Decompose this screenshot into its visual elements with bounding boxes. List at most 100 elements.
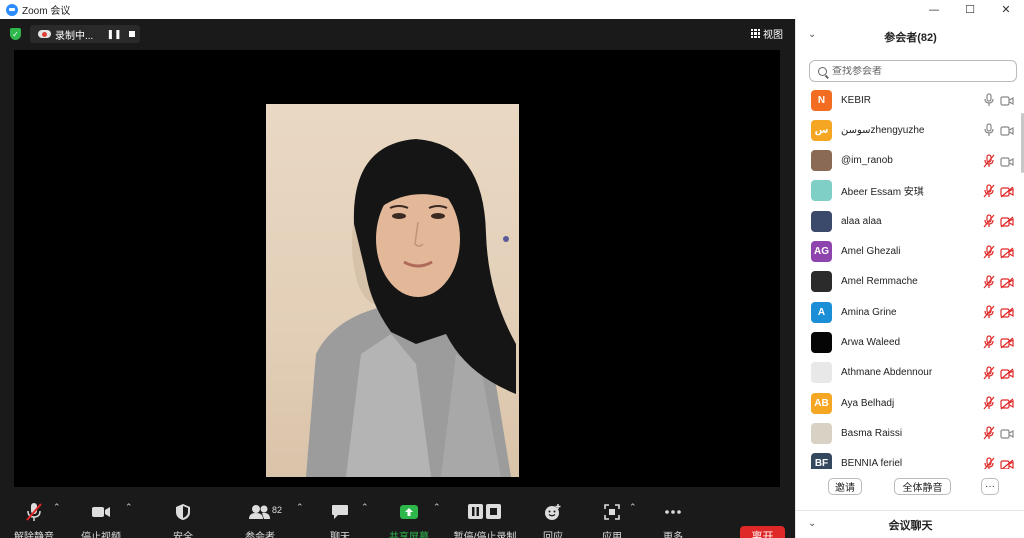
microphone-muted-icon[interactable] [983,396,995,410]
participant-row[interactable]: Athmane Abdennour [796,358,1024,388]
camera-off-icon[interactable] [1000,458,1014,469]
participant-avatar [811,271,832,293]
participant-row[interactable]: Basma Raissi [796,418,1024,448]
participants-label: 参会者 [245,532,275,538]
camera-off-icon[interactable] [1000,185,1014,198]
participant-row[interactable]: AG Amel Ghezali [796,237,1024,267]
apps-label: 应用 [602,532,622,538]
microphone-muted-icon[interactable] [983,456,995,469]
camera-icon[interactable] [1000,427,1014,439]
microphone-muted-icon[interactable] [983,184,995,198]
meeting-top-bar: ✓ 录制中... ❚❚ 视图 [0,19,795,49]
maximize-button[interactable]: ☐ [952,0,988,19]
participant-name: Aya Belhadj [841,397,895,409]
camera-off-icon[interactable] [1000,246,1014,258]
participant-avatar [811,362,832,384]
chat-options-chevron-icon[interactable]: ⌃ [361,503,369,513]
audio-options-chevron-icon[interactable]: ⌃ [53,503,61,513]
participant-name: @im_ranob [841,155,893,167]
chat-label: 聊天 [330,532,350,538]
window-title: Zoom 会议 [22,6,71,17]
encryption-shield-icon[interactable]: ✓ [10,28,21,40]
microphone-muted-icon[interactable] [983,244,995,259]
participant-row[interactable]: @im_ranob [796,146,1024,176]
chat-bubble-icon [331,501,349,523]
leave-button[interactable]: 离开 [740,526,785,538]
participant-row[interactable]: BF BENNIA feriel [796,449,1024,469]
meeting-chat-header[interactable]: ⌄ 会议聊天 [796,510,1024,538]
participant-video[interactable] [266,104,519,477]
search-input[interactable] [832,65,1012,77]
microphone-muted-icon[interactable] [983,153,995,168]
collapse-chevron-icon[interactable]: ⌄ [808,29,816,40]
share-screen-label: 共享屏幕 [389,532,429,538]
more-label: 更多 [663,532,683,538]
camera-icon[interactable] [1000,124,1014,136]
camera-icon[interactable] [1000,94,1014,106]
participant-search[interactable] [809,60,1017,82]
camera-off-icon[interactable] [1000,367,1014,380]
pause-recording-icon[interactable]: ❚❚ [106,25,122,43]
stop-video-label: 停止视频 [81,532,121,538]
microphone-muted-icon[interactable] [983,275,995,289]
camera-off-icon[interactable] [1000,306,1014,319]
apps-options-chevron-icon[interactable]: ⌃ [629,503,637,513]
invite-button[interactable]: 邀请 [828,478,862,495]
security-button[interactable]: 安全 [153,501,213,538]
zoom-logo-icon [6,3,18,16]
participant-name: Amel Ghezali [841,246,901,257]
share-options-chevron-icon[interactable]: ⌃ [433,503,441,513]
participant-row[interactable]: Amel Remmache [796,267,1024,297]
microphone-muted-icon[interactable] [983,335,995,349]
participant-avatar: س [811,119,832,141]
stop-recording-icon[interactable] [124,25,140,43]
participant-name: alaa alaa [841,215,882,227]
participant-row[interactable]: AB Aya Belhadj [796,388,1024,418]
participant-name: Athmane Abdennour [841,367,933,379]
participants-icon [249,501,271,523]
stop-video-button[interactable]: 停止视频 [71,501,131,538]
camera-off-icon[interactable] [1000,276,1014,289]
participant-avatar: A [811,301,832,323]
minimize-button[interactable]: — [916,0,952,19]
more-options-button[interactable]: ··· [981,478,999,495]
participant-row[interactable]: N KEBIR [796,85,1024,115]
meeting-area: ✓ 录制中... ❚❚ 视图 解除静音 ⌃ 停止视频 ⌃ 安全 参会者 82 ⌃… [0,19,795,538]
close-button[interactable]: ✕ [988,0,1024,19]
video-person-illustration [306,139,516,477]
recording-label[interactable]: 录制中... [55,27,93,42]
camera-off-icon[interactable] [1000,336,1014,349]
camera-off-icon[interactable] [1000,397,1014,410]
view-button[interactable]: 视图 [751,26,783,41]
share-screen-button[interactable]: 共享屏幕 [379,501,439,538]
participant-name: BENNIA feriel [841,458,903,469]
participants-options-chevron-icon[interactable]: ⌃ [296,503,304,513]
microphone-muted-icon[interactable] [983,426,995,440]
mute-all-button[interactable]: 全体静音 [894,478,951,495]
participant-row[interactable]: Arwa Waleed [796,327,1024,357]
unmute-label: 解除静音 [14,532,54,538]
microphone-muted-icon[interactable] [983,305,995,319]
chat-collapse-chevron-icon[interactable]: ⌄ [808,518,816,529]
participant-row[interactable]: alaa alaa [796,206,1024,236]
participant-row[interactable]: Abeer Essam 安琪 [796,176,1024,206]
cloud-recording-icon [38,30,51,38]
smiley-plus-icon [544,501,562,523]
video-options-chevron-icon[interactable]: ⌃ [125,503,133,513]
microphone-muted-icon[interactable] [983,366,995,380]
participant-avatar [811,210,832,232]
pause-stop-recording-button[interactable]: 暂停/停止录制 [454,501,516,538]
participant-name: Basma Raissi [841,427,903,439]
microphone-icon[interactable] [983,123,995,137]
reactions-button[interactable]: 回应 [523,501,583,538]
camera-off-icon[interactable] [1000,215,1014,228]
participant-avatar [811,422,832,444]
participant-avatar [811,331,832,353]
participant-row[interactable]: س سوسنzhengyuzhe [796,115,1024,145]
microphone-muted-icon[interactable] [983,214,995,228]
participant-row[interactable]: A Amina Grine [796,297,1024,327]
more-button[interactable]: 更多 [643,501,703,538]
camera-icon[interactable] [1000,155,1014,167]
participant-avatar: BF [811,453,832,469]
microphone-icon[interactable] [983,93,995,107]
